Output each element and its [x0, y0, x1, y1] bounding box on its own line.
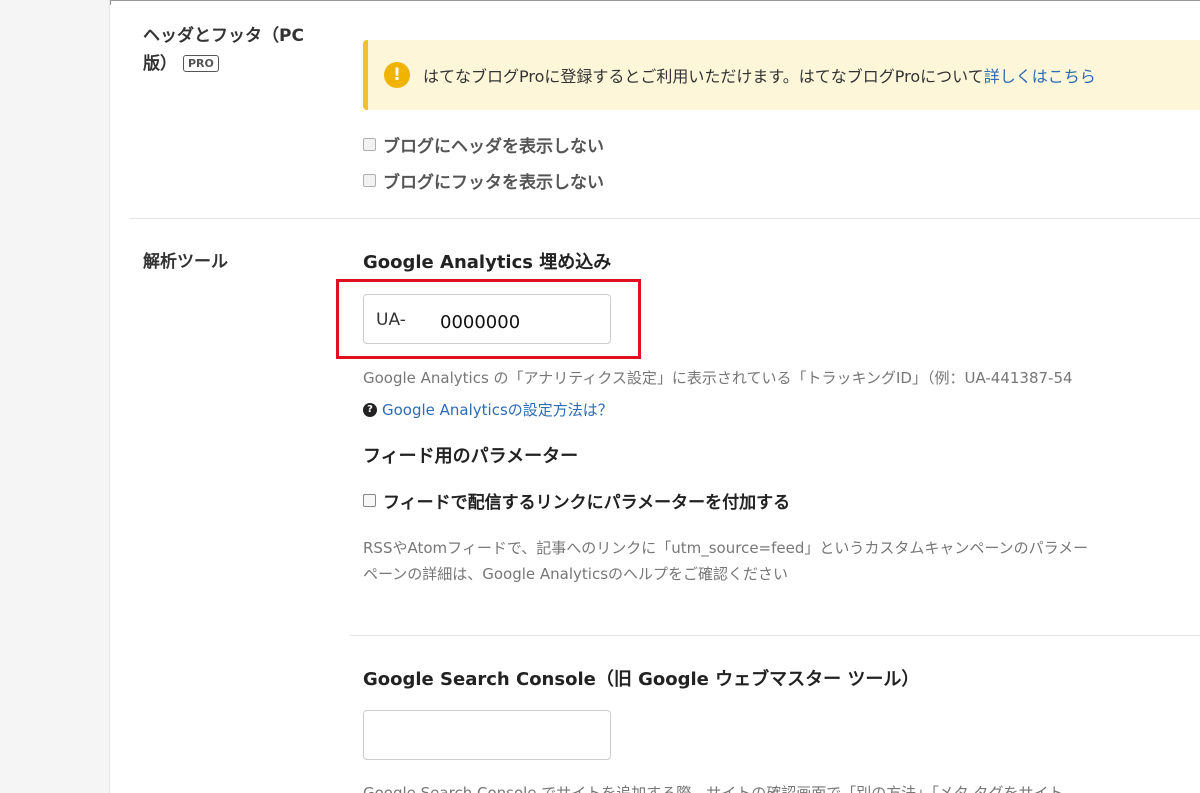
hide-footer-checkbox[interactable] — [363, 174, 376, 187]
hide-header-label: ブログにヘッダを表示しない — [383, 137, 604, 157]
feed-help-line1: RSSやAtomフィードで、記事へのリンクに「utm_source=feed」と… — [363, 539, 1089, 557]
ga-setup-help[interactable]: ? Google Analyticsの設定方法は？ — [363, 399, 613, 420]
ga-tracking-value: 0000000 — [440, 312, 521, 333]
ga-tracking-prefix: UA- — [376, 310, 406, 330]
pro-notice-text: はてなブログProに登録するとご利用いただけます。はてなブログProについて詳し… — [423, 63, 1096, 87]
ga-tracking-id-input[interactable]: UA- 0000000 — [363, 294, 611, 344]
section-label-line2: 版） PRO — [143, 50, 304, 78]
section-divider — [130, 218, 1200, 219]
pro-details-link[interactable]: 詳しくはこちら — [984, 67, 1096, 86]
exclamation-circle-icon: ! — [384, 62, 410, 88]
pro-notice-message: はてなブログProに登録するとご利用いただけます。はてなブログProについて — [423, 67, 984, 86]
pro-notice: ! はてなブログProに登録するとご利用いただけます。はてなブログProについて… — [363, 40, 1200, 110]
section-label-line1: ヘッダとフッタ（PC — [143, 26, 304, 46]
pro-badge: PRO — [183, 55, 219, 72]
gsc-help-text: Google Search Console でサイトを追加する際、サイトの確認画… — [363, 784, 1064, 793]
gsc-title: Google Search Console（旧 Google ウェブマスター ツ… — [363, 669, 920, 690]
subsection-divider — [350, 635, 1200, 636]
feed-params-checkbox[interactable] — [363, 494, 376, 507]
question-circle-icon: ? — [363, 402, 377, 417]
feed-help-text: RSSやAtomフィードで、記事へのリンクに「utm_source=feed」と… — [363, 535, 1088, 587]
hide-footer-option[interactable]: ブログにフッタを表示しない — [363, 168, 604, 193]
feed-params-title: フィード用のパラメーター — [363, 446, 579, 467]
hide-footer-label: ブログにフッタを表示しない — [383, 173, 604, 193]
feed-params-option[interactable]: フィードで配信するリンクにパラメーターを付加する — [363, 488, 790, 513]
feed-params-label: フィードで配信するリンクにパラメーターを付加する — [383, 493, 791, 513]
section-label-line2-text: 版） — [143, 54, 177, 74]
hide-header-checkbox[interactable] — [363, 138, 376, 151]
section-label-header-footer: ヘッダとフッタ（PC 版） PRO — [143, 22, 304, 78]
hide-header-option[interactable]: ブログにヘッダを表示しない — [363, 132, 604, 157]
section-label-analytics: 解析ツール — [143, 252, 228, 272]
ga-setup-link[interactable]: Google Analyticsの設定方法は？ — [382, 399, 613, 420]
feed-help-line2: ペーンの詳細は、Google Analyticsのヘルプをご確認ください — [363, 565, 789, 583]
left-gutter — [0, 0, 110, 793]
gsc-input[interactable] — [363, 710, 611, 760]
ga-embed-title: Google Analytics 埋め込み — [363, 252, 612, 273]
ga-help-text: Google Analytics の「アナリティクス設定」に表示されている「トラ… — [363, 369, 1073, 387]
top-border — [110, 0, 1200, 5]
